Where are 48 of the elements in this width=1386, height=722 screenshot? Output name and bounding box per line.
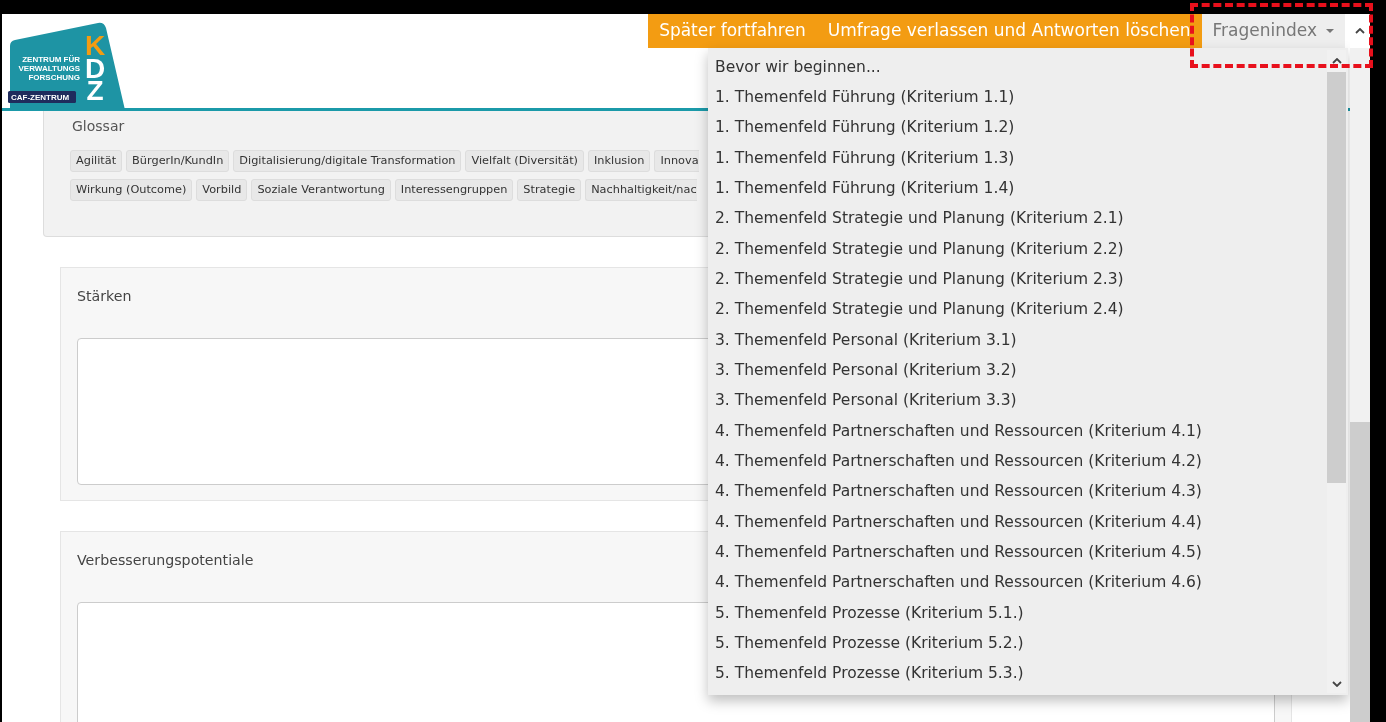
menu-item[interactable]: 5. Themenfeld Prozesse (Kriterium 5.3.) xyxy=(715,658,1327,690)
logo-badge: CAF-ZENTRUM xyxy=(8,91,76,103)
glossary-tag[interactable]: Inklusion xyxy=(588,150,651,172)
menu-item[interactable]: 5. Themenfeld Prozesse (Kriterium 5.2.) xyxy=(715,628,1327,659)
chevron-up-icon xyxy=(1355,28,1365,34)
menu-item[interactable]: 4. Themenfeld Partnerschaften und Ressourcen (Kriterium 4.5) xyxy=(715,537,1327,568)
chevron-down-icon xyxy=(1331,680,1342,687)
chevron-up-icon xyxy=(1331,58,1342,64)
glossary-tag[interactable]: Nachhaltigkeit/nac xyxy=(585,179,697,201)
menu-item[interactable]: 5. Themenfeld Prozesse (Kriterium 5.1.) xyxy=(715,598,1327,629)
menu-item[interactable]: 1. Themenfeld Führung (Kriterium 1.1) xyxy=(715,82,1327,113)
menu-item[interactable]: 2. Themenfeld Strategie und Planung (Kriterium 2.1) xyxy=(715,203,1327,235)
field-label: Stärken xyxy=(77,287,132,306)
scrollbar-thumb[interactable] xyxy=(1350,422,1370,722)
menu-item[interactable]: 4. Themenfeld Partnerschaften und Ressourcen (Kriterium 4.4) xyxy=(715,507,1327,538)
glossary-tag[interactable]: Vorbild xyxy=(196,179,248,201)
glossary-tag[interactable]: BürgerIn/KundIn xyxy=(126,150,230,172)
glossary-tag[interactable]: Agilität xyxy=(70,150,123,172)
glossary-tag[interactable]: Vielfalt (Diversität) xyxy=(465,150,584,172)
glossary-tag[interactable]: Soziale Verantwortung xyxy=(251,179,391,201)
menu-item[interactable]: 4. Themenfeld Partnerschaften und Ressourcen (Kriterium 4.6) xyxy=(715,567,1327,599)
menu-item[interactable]: 1. Themenfeld Führung (Kriterium 1.2) xyxy=(715,112,1327,144)
menu-item[interactable]: 3. Themenfeld Personal (Kriterium 3.2) xyxy=(715,355,1327,386)
menu-item[interactable]: 1. Themenfeld Führung (Kriterium 1.3) xyxy=(715,143,1327,174)
logo-text: ZENTRUM FÜR xyxy=(22,55,80,64)
menu-item[interactable]: 4. Themenfeld Partnerschaften und Ressourcen (Kriterium 4.1) xyxy=(715,416,1327,447)
logo-text: FORSCHUNG xyxy=(28,73,80,82)
glossary-tag[interactable]: Innova xyxy=(654,150,699,172)
glossary-tag[interactable]: Strategie xyxy=(517,179,582,201)
glossary-tag[interactable]: Digitalisierung/digitale Transformation xyxy=(233,150,462,172)
menu-item[interactable]: 3. Themenfeld Personal (Kriterium 3.1) xyxy=(715,325,1327,356)
menu-item[interactable]: 2. Themenfeld Strategie und Planung (Kriterium 2.3) xyxy=(715,264,1327,295)
menu-item[interactable]: 4. Themenfeld Partnerschaften und Ressourcen (Kriterium 4.3) xyxy=(715,476,1327,508)
field-label: Verbesserungspotentiale xyxy=(77,551,254,570)
menu-item[interactable]: 2. Themenfeld Strategie und Planung (Kriterium 2.2) xyxy=(715,234,1327,265)
panel-title: Glossar xyxy=(72,117,125,135)
menu-item[interactable]: 2. Themenfeld Strategie und Planung (Kriterium 2.4) xyxy=(715,294,1327,326)
menu-item[interactable]: 4. Themenfeld Partnerschaften und Ressourcen (Kriterium 4.2) xyxy=(715,446,1327,477)
glossary-tag[interactable]: Wirkung (Outcome) xyxy=(70,179,193,201)
question-index-button[interactable]: Fragenindex xyxy=(1201,14,1345,48)
menu-item[interactable]: Bevor wir beginnen... xyxy=(715,52,1327,83)
glossary-tag[interactable]: Interessengruppen xyxy=(394,179,514,201)
logo-text: VERWALTUNGS xyxy=(18,64,80,73)
scrollbar[interactable] xyxy=(1350,14,1370,722)
caret-down-icon xyxy=(1326,29,1334,33)
scrollbar-thumb[interactable] xyxy=(1327,72,1346,483)
menu-item[interactable]: 1. Themenfeld Führung (Kriterium 1.4) xyxy=(715,173,1327,204)
menu-item[interactable]: 3. Themenfeld Personal (Kriterium 3.3) xyxy=(715,385,1327,417)
